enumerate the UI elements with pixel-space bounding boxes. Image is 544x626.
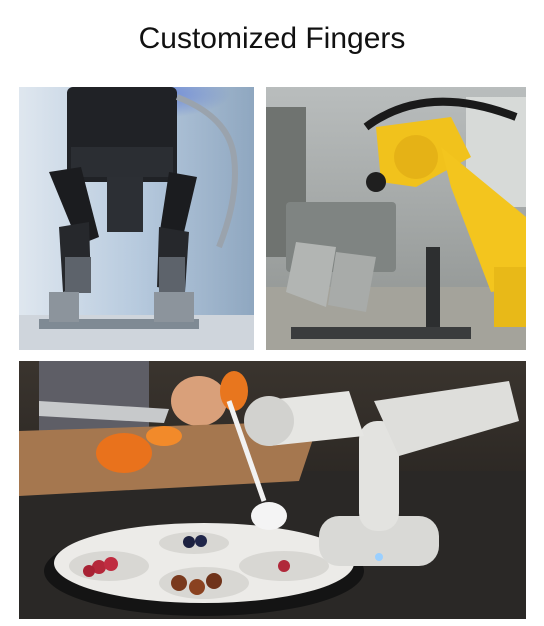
page-title: Customized Fingers	[138, 22, 406, 55]
yellow-robot-photo	[266, 87, 526, 350]
feeding-robot-photo	[19, 361, 526, 619]
gripper-photo	[19, 87, 254, 350]
